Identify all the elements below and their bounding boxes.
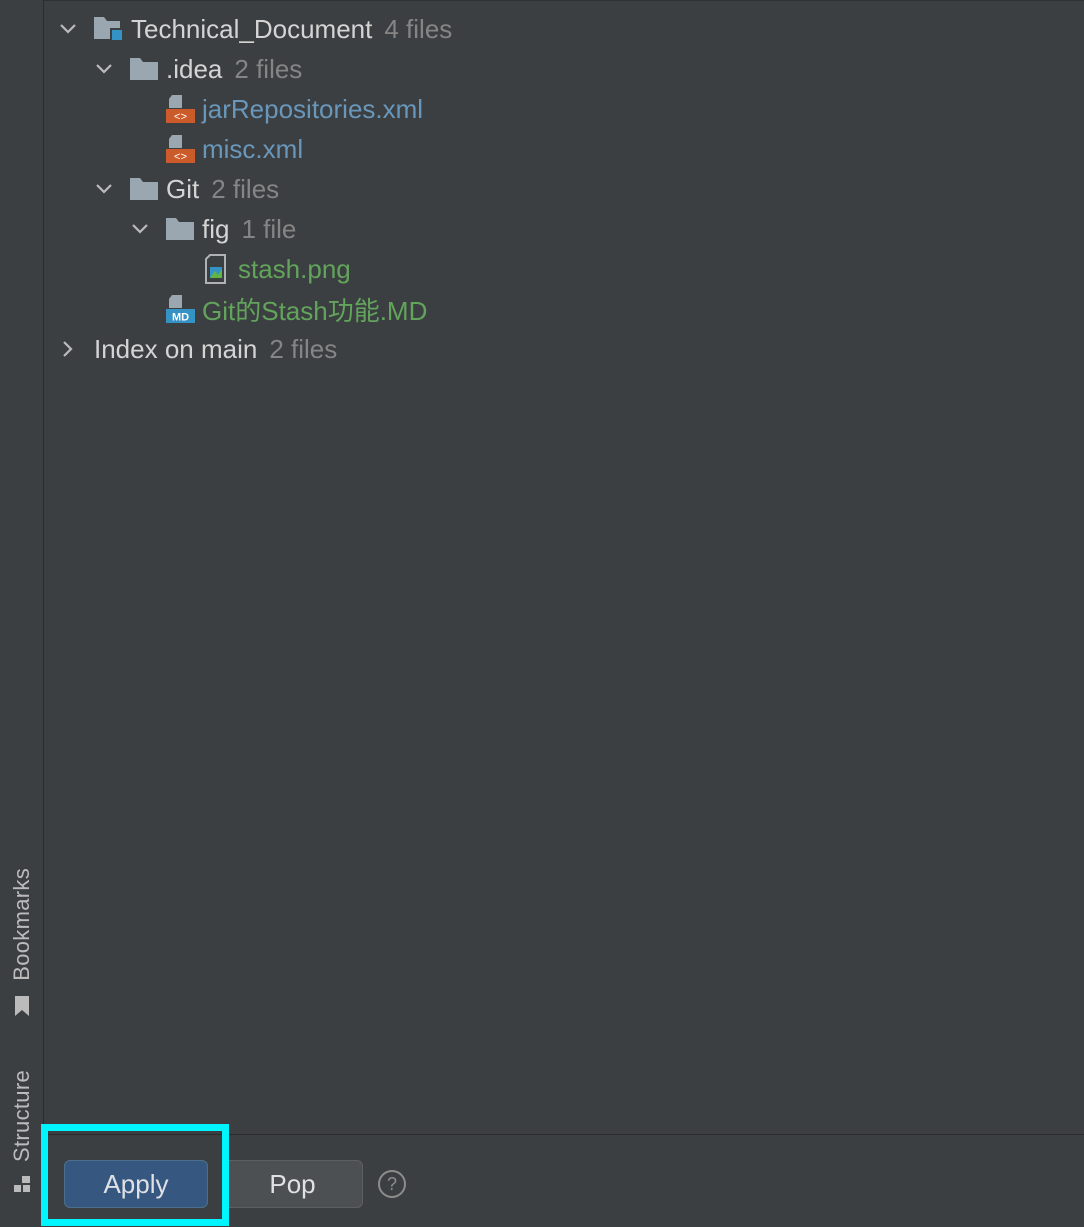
svg-text:MD: MD xyxy=(172,312,189,324)
folder-icon xyxy=(130,178,158,200)
xml-file-icon: <> xyxy=(166,135,195,164)
tree-label: misc.xml xyxy=(202,133,304,164)
module-folder-icon xyxy=(94,17,124,42)
structure-tab-label: Structure xyxy=(8,1070,34,1162)
tree-label: .idea xyxy=(166,53,223,84)
pop-button[interactable]: Pop xyxy=(222,1160,363,1208)
structure-icon xyxy=(13,1175,30,1192)
tree-label: Index on main xyxy=(94,333,258,364)
tree-label: Technical_Document xyxy=(131,13,373,44)
xml-file-icon: <> xyxy=(166,95,195,124)
chevron-down-icon[interactable] xyxy=(58,19,78,39)
file-count: 2 files xyxy=(269,333,338,364)
chevron-right-icon[interactable] xyxy=(58,339,78,359)
markdown-file-icon: MD xyxy=(166,295,195,324)
structure-tab[interactable]: Structure xyxy=(0,1070,43,1194)
folder-icon xyxy=(166,218,194,240)
chevron-down-icon[interactable] xyxy=(130,219,150,239)
folder-icon xyxy=(130,58,158,80)
svg-text:<>: <> xyxy=(174,152,187,164)
tree-label: Git xyxy=(166,173,200,204)
bookmark-icon xyxy=(14,995,29,1016)
svg-text:<>: <> xyxy=(174,112,187,124)
help-icon[interactable]: ? xyxy=(378,1170,406,1198)
tree-label: jarRepositories.xml xyxy=(202,93,424,124)
chevron-down-icon[interactable] xyxy=(94,179,114,199)
tool-window-strip: Bookmarks Structure xyxy=(0,0,44,1226)
bookmarks-tab-label: Bookmarks xyxy=(8,868,34,981)
file-count: 4 files xyxy=(384,13,453,44)
tree-label: fig xyxy=(202,213,230,244)
tree-label: Git的Stash功能.MD xyxy=(202,295,428,326)
chevron-down-icon[interactable] xyxy=(94,59,114,79)
file-count: 2 files xyxy=(234,53,303,84)
tree-label: stash.png xyxy=(238,253,351,284)
image-file-icon xyxy=(205,254,226,284)
stash-file-tree: Technical_Document 4 files .idea 2 files <… xyxy=(44,0,1084,1135)
file-count: 1 file xyxy=(241,213,297,244)
file-count: 2 files xyxy=(211,173,280,204)
apply-button[interactable]: Apply xyxy=(64,1160,208,1208)
bookmarks-tab[interactable]: Bookmarks xyxy=(0,868,43,1017)
